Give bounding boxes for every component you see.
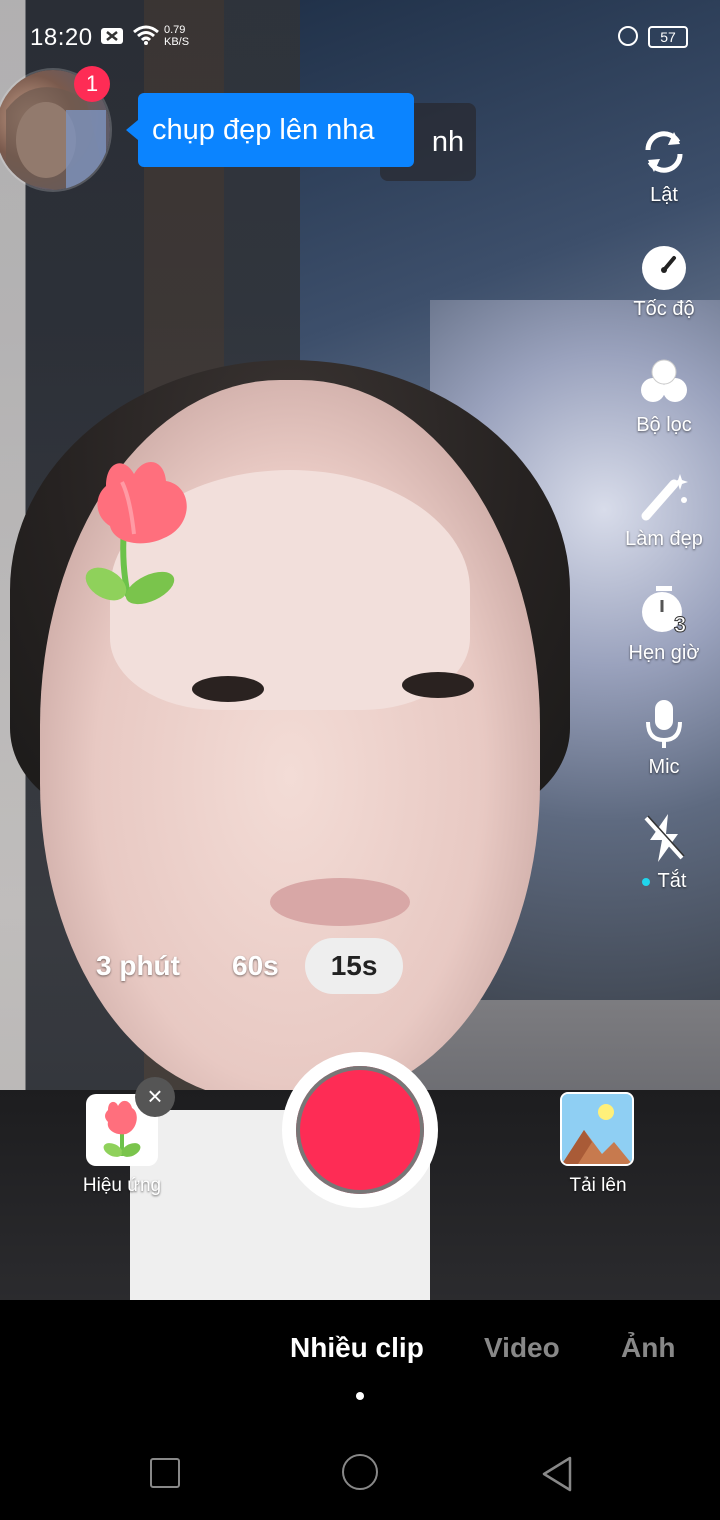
flip-label: Lật	[650, 184, 678, 206]
tab-multi-clip[interactable]: Nhiều clip	[290, 1332, 424, 1364]
timer-badge: 3	[674, 612, 686, 636]
rotation-lock-icon	[618, 26, 638, 46]
tab-photo[interactable]: Ảnh	[621, 1332, 675, 1364]
speed-icon	[642, 246, 686, 290]
duration-selector: 3 phút 60s 15s	[70, 938, 404, 994]
duration-15s[interactable]: 15s	[304, 938, 404, 994]
speed-button[interactable]: Tốc độ	[612, 240, 716, 321]
right-eye	[402, 672, 474, 698]
navigation-bar	[0, 1420, 720, 1520]
gallery-icon	[562, 1094, 632, 1164]
tab-video[interactable]: Video	[484, 1332, 560, 1364]
net-speed-value: 0.79	[164, 24, 186, 36]
flash-label: Tắt	[612, 870, 716, 893]
active-tab-indicator	[356, 1392, 364, 1400]
timer-button[interactable]: 3 Hẹn giờ	[612, 584, 716, 665]
mouth	[270, 878, 410, 926]
filter-icon	[641, 359, 687, 402]
remove-effect-button[interactable]: ×	[135, 1077, 175, 1117]
tulip-sticker-icon	[85, 461, 187, 605]
timer-icon: 3	[642, 586, 687, 636]
beauty-label: Làm đẹp	[625, 528, 703, 550]
recents-button[interactable]	[150, 1458, 180, 1488]
battery-icon: 57	[648, 26, 688, 48]
timer-label: Hẹn giờ	[628, 642, 700, 664]
duration-3min[interactable]: 3 phút	[70, 938, 206, 994]
record-button[interactable]	[296, 1066, 424, 1194]
mic-label: Mic	[648, 756, 680, 778]
status-bar: 18:20 0.79 KB/S 57	[0, 0, 720, 70]
wifi-icon	[132, 24, 160, 52]
net-speed: 0.79 KB/S	[164, 24, 189, 48]
filter-label: Bộ lọc	[636, 414, 692, 436]
notification-x-icon	[100, 26, 124, 52]
flash-off-icon	[644, 814, 685, 862]
tooltip-arrow	[126, 120, 138, 140]
status-time: 18:20	[30, 24, 93, 51]
back-button[interactable]	[540, 1456, 574, 1492]
upload-button[interactable]	[560, 1092, 634, 1166]
left-eye	[192, 676, 264, 702]
speed-label: Tốc độ	[633, 298, 695, 320]
flip-camera-icon	[645, 131, 683, 173]
active-dot	[641, 877, 650, 886]
effects-label: Hiệu ứng	[82, 1175, 162, 1196]
flash-label-text: Tắt	[657, 870, 687, 892]
flip-camera-button[interactable]: Lật	[612, 126, 716, 207]
mode-tabs: Nhiều clip Video Ảnh	[0, 1300, 720, 1420]
notification-badge: 1	[74, 66, 110, 102]
flash-button[interactable]: Tắt	[612, 812, 716, 893]
beauty-wand-icon	[641, 474, 688, 521]
duration-60s[interactable]: 60s	[206, 938, 305, 994]
tooltip-bubble[interactable]: chụp đẹp lên nha	[138, 93, 414, 167]
filter-button[interactable]: Bộ lọc	[612, 356, 716, 437]
upload-label: Tải lên	[569, 1175, 627, 1196]
home-button[interactable]	[342, 1454, 378, 1490]
microphone-icon	[646, 700, 682, 748]
net-speed-unit: KB/S	[164, 36, 190, 48]
beauty-button[interactable]: Làm đẹp	[612, 470, 716, 551]
mic-button[interactable]: Mic	[612, 698, 716, 779]
